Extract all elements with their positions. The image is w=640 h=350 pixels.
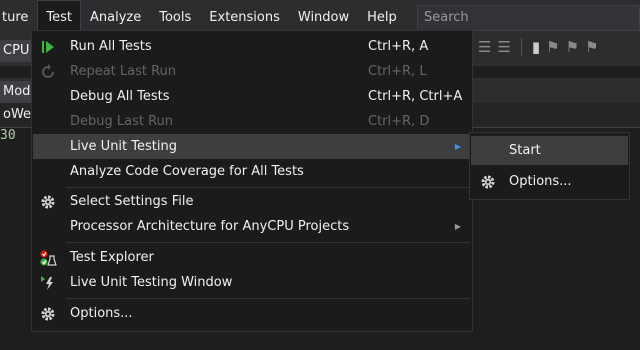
menu-item-shortcut: Ctrl+R, D	[368, 114, 430, 129]
next-bookmark-icon[interactable]: ⚑	[566, 38, 579, 56]
clear-bookmark-icon[interactable]: ⚑	[585, 38, 598, 56]
menu-live-unit-testing[interactable]: Live Unit Testing ▶	[33, 134, 471, 159]
gear-icon	[479, 173, 497, 191]
toolbar-icons: ☰ ☰ ▮ ⚑ ⚑ ⚑	[478, 38, 599, 56]
menu-item-shortcut: Ctrl+R, A	[368, 39, 429, 54]
menu-processor-architecture[interactable]: Processor Architecture for AnyCPU Projec…	[33, 214, 471, 239]
menu-item-label: Live Unit Testing	[70, 139, 177, 154]
menu-item-label: Run All Tests	[70, 39, 152, 54]
menu-item-label: Select Settings File	[70, 194, 194, 209]
menu-item-label: Repeat Last Run	[70, 64, 177, 79]
menu-item-label: Options...	[70, 306, 133, 321]
toolbar-separator	[520, 38, 522, 56]
menu-test-explorer[interactable]: Test Explorer	[33, 245, 471, 270]
menu-run-all-tests[interactable]: Run All Tests Ctrl+R, A	[33, 34, 471, 59]
menu-live-unit-testing-window[interactable]: Live Unit Testing Window	[33, 270, 471, 295]
menu-item-label: Analyze Code Coverage for All Tests	[70, 164, 304, 179]
menu-item-label: Debug All Tests	[70, 89, 170, 104]
menu-item-shortcut: Ctrl+R, L	[368, 64, 427, 79]
menu-separator	[66, 242, 470, 243]
platform-dropdown[interactable]: CPU	[0, 40, 33, 62]
menu-separator	[66, 298, 470, 299]
menu-debug-all-tests[interactable]: Debug All Tests Ctrl+R, Ctrl+A	[33, 84, 471, 109]
menu-item-label: Test Explorer	[70, 250, 154, 265]
submenu-start[interactable]: Start	[471, 136, 628, 165]
indent-icon[interactable]: ☰	[478, 38, 491, 56]
repeat-icon	[38, 62, 58, 82]
menu-item-label: Start	[509, 143, 541, 158]
live-unit-testing-submenu: Start Options...	[469, 132, 630, 200]
menu-debug-last-run[interactable]: Debug Last Run Ctrl+R, D	[33, 109, 471, 134]
menu-options[interactable]: Options...	[33, 301, 471, 326]
submenu-arrow-icon: ▶	[454, 142, 461, 151]
search-input[interactable]: Search	[417, 5, 640, 31]
menu-item-label: Debug Last Run	[70, 114, 174, 129]
submenu-options[interactable]: Options...	[471, 167, 628, 196]
menu-repeat-last-run[interactable]: Repeat Last Run Ctrl+R, L	[33, 59, 471, 84]
menu-item-label: Processor Architecture for AnyCPU Projec…	[70, 219, 350, 234]
menu-select-settings-file[interactable]: Select Settings File	[33, 189, 471, 214]
menu-item-shortcut: Ctrl+R, Ctrl+A	[368, 89, 463, 104]
gear-icon	[38, 192, 58, 212]
menu-item-label: Options...	[509, 174, 572, 189]
gear-icon	[38, 304, 58, 324]
outdent-icon[interactable]: ☰	[497, 38, 510, 56]
menu-analyze-code-coverage[interactable]: Analyze Code Coverage for All Tests	[33, 159, 471, 184]
bookmark-icon[interactable]: ▮	[532, 38, 540, 56]
code-fragment: 30	[0, 128, 16, 143]
menu-separator	[66, 187, 470, 188]
run-all-icon	[38, 37, 58, 57]
test-menu-dropdown: Run All Tests Ctrl+R, A Repeat Last Run …	[31, 30, 473, 332]
live-unit-testing-icon	[38, 273, 58, 293]
test-explorer-icon	[38, 248, 58, 268]
submenu-arrow-icon: ▶	[454, 222, 461, 231]
prev-bookmark-icon[interactable]: ⚑	[546, 38, 559, 56]
menu-item-label: Live Unit Testing Window	[70, 275, 233, 290]
